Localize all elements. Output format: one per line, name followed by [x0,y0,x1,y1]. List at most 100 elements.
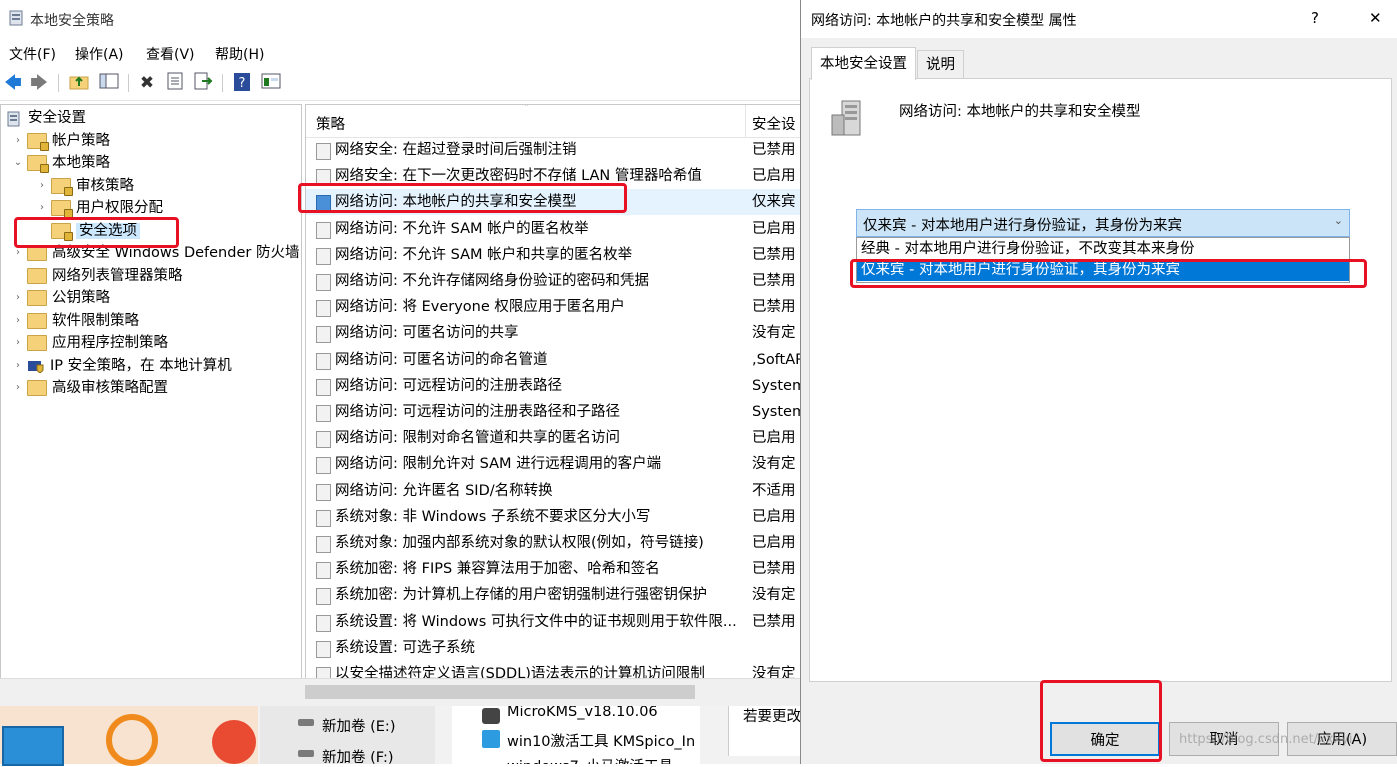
policy-row[interactable]: 网络安全: 在下一次更改密码时不存储 LAN 管理器哈希值 已启用 [306,163,801,189]
dialog-title: 网络访问: 本地帐户的共享和安全模型 属性 [811,13,1077,29]
delete-icon[interactable]: ✖ [136,72,158,94]
expanded-chevron-icon[interactable]: ⌄ [12,152,24,174]
column-security-setting[interactable]: 安全设 [752,113,796,134]
policy-row[interactable]: 网络访问: 可匿名访问的共享 没有定 [306,320,801,346]
tree-item[interactable]: › 审核策略 [40,175,134,197]
policy-row[interactable]: 网络访问: 不允许 SAM 帐户的匿名枚举 已启用 [306,216,801,242]
expand-chevron-icon[interactable]: › [12,130,24,152]
drive-e-label[interactable]: 新加卷 (E:) [322,715,395,736]
column-divider[interactable] [745,105,746,137]
expand-chevron-icon[interactable]: › [12,332,24,354]
tree-item[interactable]: › IP 安全策略，在 本地计算机 [16,355,232,377]
menu-file[interactable]: 文件(F) [9,44,56,64]
policy-row[interactable]: 网络访问: 可远程访问的注册表路径 System [306,373,801,399]
policy-row[interactable]: 系统对象: 加强内部系统对象的默认权限(例如，符号链接) 已启用 [306,530,801,556]
menu-help[interactable]: 帮助(H) [215,44,264,64]
tab-explain[interactable]: 说明 [917,50,964,79]
tree-item[interactable]: › 高级安全 Windows Defender 防火墙 [16,242,299,264]
policy-setting-value: ,SoftAP [752,351,801,368]
expand-chevron-icon[interactable]: › [12,242,24,264]
policy-row[interactable]: 系统设置: 可选子系统 [306,635,801,661]
console-icon[interactable] [260,72,282,94]
policy-item-icon [316,509,331,527]
menu-view[interactable]: 查看(V) [146,44,195,64]
file-windows7-activator[interactable]: windows7_小马激活工具 [507,755,673,764]
policy-row[interactable]: 系统加密: 将 FIPS 兼容算法用于加密、哈希和签名 已禁用 [306,556,801,582]
tree-item[interactable]: 安全设置 [5,107,86,129]
tree-item[interactable]: › 高级审核策略配置 [16,377,168,399]
expand-chevron-icon[interactable]: › [36,197,48,219]
expand-chevron-icon[interactable]: › [12,377,24,399]
policy-setting-value: 已启用 [752,535,796,551]
help-icon[interactable]: ? [231,72,253,94]
policy-row[interactable]: 网络访问: 将 Everyone 权限应用于匿名用户 已禁用 [306,294,801,320]
policy-name: 网络安全: 在下一次更改密码时不存储 LAN 管理器哈希值 [335,168,702,185]
export-icon[interactable] [192,72,214,94]
menu-action[interactable]: 操作(A) [75,44,124,64]
policy-row[interactable]: 系统对象: 非 Windows 子系统不要求区分大小写 已启用 [306,504,801,530]
show-tree-icon[interactable] [98,72,120,94]
policy-row[interactable]: 网络访问: 可远程访问的注册表路径和子路径 System [306,399,801,425]
policy-row[interactable]: 网络访问: 限制对命名管道和共享的匿名访问 已启用 [306,425,801,451]
expand-chevron-icon[interactable]: › [12,310,24,332]
file-microkms[interactable]: MicroKMS_v18.10.06 [507,706,658,720]
kmspico-app-icon [482,730,500,748]
tree-item[interactable]: › 用户权限分配 [40,197,163,219]
horizontal-scrollbar[interactable] [0,678,800,707]
tree-item[interactable]: › 应用程序控制策略 [16,332,168,354]
policy-setting-value: System [752,404,801,420]
control-panel-icon[interactable] [2,726,64,766]
policy-item-icon [316,588,331,606]
file-kmspico[interactable]: win10激活工具 KMSpico_In [507,730,695,751]
policy-row[interactable]: 系统设置: 将 Windows 可执行文件中的证书规则用于软件限... 已禁用 [306,609,801,635]
tree-item[interactable]: 安全选项 [51,220,140,242]
tab-local-security-setting[interactable]: 本地安全设置 [811,47,916,80]
back-arrow-icon[interactable]: 🡄 [2,72,24,94]
tree-item-label: 安全选项 [76,222,140,239]
help-button[interactable]: ? [1311,9,1319,27]
policy-row[interactable]: 网络访问: 可匿名访问的命名管道 ,SoftAP [306,347,801,373]
policy-row[interactable]: 网络访问: 允许匿名 SID/名称转换 不适用 [306,478,801,504]
folder-icon [27,335,47,351]
option-guest-only[interactable]: 仅来宾 - 对本地用户进行身份验证，其身份为来宾 [857,260,1349,281]
policy-row[interactable]: 系统加密: 为计算机上存储的用户密钥强制进行强密钥保护 没有定 [306,582,801,608]
policy-name: 系统加密: 为计算机上存储的用户密钥强制进行强密钥保护 [335,587,707,604]
tree-item[interactable]: › 软件限制策略 [16,310,139,332]
expand-chevron-icon[interactable]: › [12,287,24,309]
scrollbar-thumb[interactable] [305,685,695,699]
chevron-down-icon[interactable]: ⌄ [1334,214,1343,227]
column-policy[interactable]: 策略 [316,113,345,134]
orange-app-icon[interactable] [106,714,158,766]
folder-icon [27,245,47,261]
drive-icon [298,750,314,757]
policy-item-icon [316,195,331,213]
tree-item[interactable]: ⌄ 本地策略 [14,152,110,174]
tree-item-label: IP 安全策略，在 本地计算机 [50,357,232,374]
setting-combobox[interactable]: 仅来宾 - 对本地用户进行身份验证，其身份为来宾 ⌄ [856,209,1350,237]
policy-row[interactable]: 网络访问: 不允许存储网络身份验证的密码和凭据 已禁用 [306,268,801,294]
tree-item[interactable]: 网络列表管理器策略 [27,265,183,287]
tree-item[interactable]: › 帐户策略 [16,130,110,152]
policy-row[interactable]: 网络访问: 本地帐户的共享和安全模型 仅来宾 [306,189,801,216]
red-app-icon[interactable] [212,720,256,764]
policy-row[interactable]: 网络安全: 在超过登录时间后强制注销 已禁用 [306,137,801,163]
combobox-value: 仅来宾 - 对本地用户进行身份验证，其身份为来宾 [863,218,1182,234]
expand-chevron-icon[interactable]: › [36,175,48,197]
up-folder-icon[interactable] [68,72,90,94]
forward-arrow-icon[interactable]: 🡆 [28,72,50,94]
watermark: https://blog.csdn.net/xxxyi [1179,732,1353,747]
tree-item-label: 用户权限分配 [76,200,163,216]
main-titlebar: 本地安全策略 [0,0,800,38]
policy-setting-value: 已启用 [752,430,796,447]
properties-icon[interactable] [164,72,186,94]
option-classic[interactable]: 经典 - 对本地用户进行身份验证，不改变其本来身份 [857,239,1349,260]
policy-row[interactable]: 网络访问: 限制允许对 SAM 进行远程调用的客户端 没有定 [306,451,801,477]
policy-item-icon [316,300,331,318]
expand-chevron-icon[interactable]: › [12,355,24,377]
policy-row[interactable]: 网络访问: 不允许 SAM 帐户和共享的匿名枚举 已禁用 [306,242,801,268]
policy-name: 网络访问: 限制允许对 SAM 进行远程调用的客户端 [335,456,662,473]
close-button[interactable]: ✕ [1369,9,1382,27]
ok-button[interactable]: 确定 [1050,722,1160,756]
tree-item[interactable]: › 公钥策略 [16,287,110,309]
policy-name: 网络访问: 允许匿名 SID/名称转换 [335,482,553,499]
